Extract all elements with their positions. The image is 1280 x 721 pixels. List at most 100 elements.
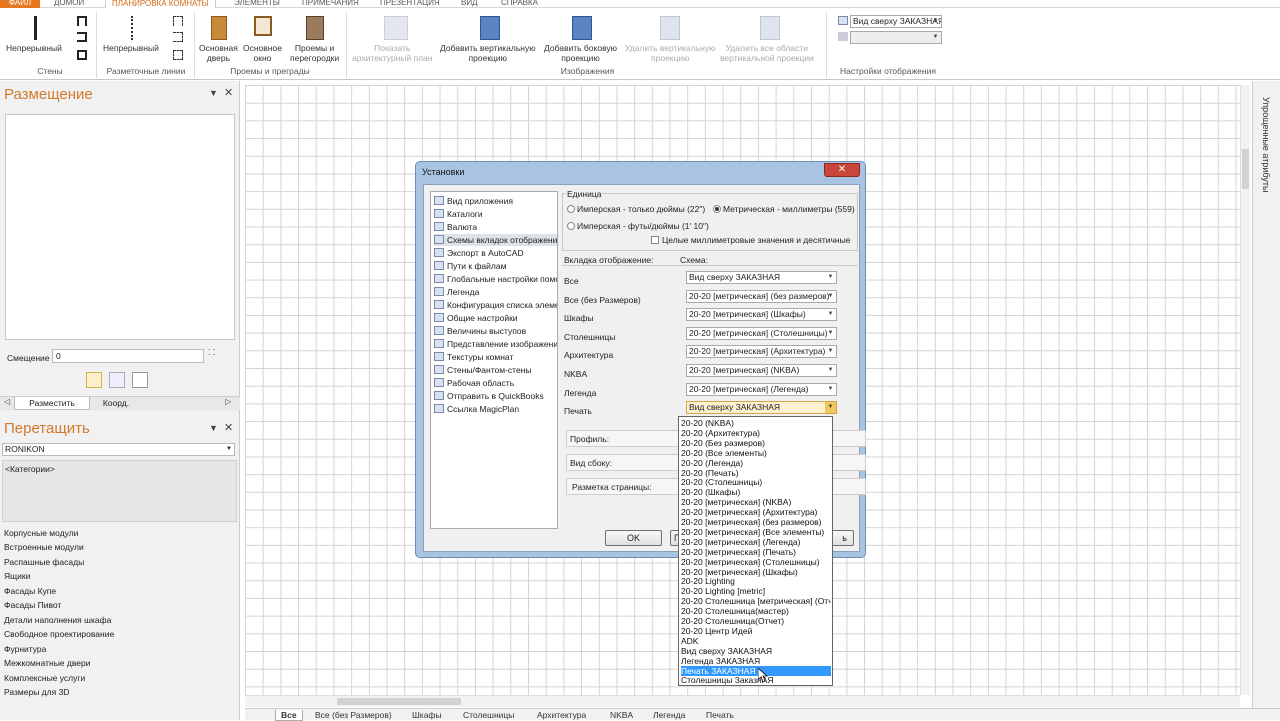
row-print-combo[interactable]: Вид сверху ЗАКАЗНАЯ ▼ [686, 401, 837, 414]
list-item[interactable]: Фурнитура [4, 644, 46, 654]
list-item[interactable]: Фасады Купе [4, 586, 56, 596]
tab-view[interactable]: ВИД [455, 0, 484, 8]
dropdown-option[interactable]: 20-20 (Легенда) [681, 458, 831, 468]
dropdown-option[interactable]: 20-20 Lighting [681, 576, 831, 586]
dropdown-option[interactable]: Легенда ЗАКАЗНАЯ [681, 656, 831, 666]
view-scheme-combo[interactable]: Вид сверху ЗАКАЗНАЯ ▼ [850, 15, 942, 28]
chevron-left-icon[interactable]: ◁ [4, 397, 10, 406]
nav-item[interactable]: Представление изображений [434, 338, 557, 350]
nav-item[interactable]: Ссылка MagicPlan [434, 403, 519, 415]
nav-item[interactable]: Стены/Фантом-стены [434, 364, 532, 376]
dropdown-option[interactable]: 20-20 [метрическая] (Легенда) [681, 537, 831, 547]
wall-shape-bracket-icon[interactable] [77, 32, 87, 42]
list-item[interactable]: Комплексные услуги [4, 673, 85, 683]
simplified-attributes-tab[interactable]: Упрощенные атрибуты [1261, 97, 1271, 192]
list-item[interactable]: Распашные фасады [4, 557, 84, 567]
nav-item[interactable]: Легенда [434, 286, 479, 298]
list-item[interactable]: Межкомнатные двери [4, 658, 90, 668]
close-icon[interactable]: ✕ [224, 86, 233, 99]
dropdown-option[interactable]: 20-20 (Печать) [681, 468, 831, 478]
row-nkba-combo[interactable]: 20-20 [метрическая] (NKBA) ▼ [686, 364, 837, 377]
markup-shape-bracket-icon[interactable] [173, 32, 183, 42]
whole-mm-checkbox[interactable]: Целые миллиметровые значения и десятичны… [651, 235, 850, 245]
markup-shape-box-icon[interactable] [173, 50, 183, 60]
tab-legend[interactable]: Легенда [653, 710, 685, 721]
dropdown-option[interactable]: 20-20 (Столешницы) [681, 477, 831, 487]
walls-continuous-button[interactable]: Непрерывный [6, 43, 62, 53]
tab-all[interactable]: Все [275, 710, 303, 721]
row-all-combo[interactable]: Вид сверху ЗАКАЗНАЯ ▼ [686, 271, 837, 284]
show-arch-plan-button[interactable]: Показать архитектурный план [352, 43, 432, 63]
nav-item[interactable]: Отправить в QuickBooks [434, 390, 544, 402]
list-item[interactable]: Встроенные модули [4, 542, 84, 552]
tab-cabinets[interactable]: Шкафы [412, 710, 442, 721]
tab-nkba[interactable]: NKBA [610, 710, 633, 721]
dropdown-option[interactable]: 20-20 [метрическая] (Архитектура) [681, 507, 831, 517]
dropdown-option[interactable]: 20-20 (NKBA) [681, 418, 831, 428]
tab-coord[interactable]: Коорд. [94, 397, 138, 410]
add-side-projection-button[interactable]: Добавить боковую проекцию [544, 43, 617, 63]
horizontal-scroll-thumb[interactable] [337, 698, 461, 705]
dropdown-option[interactable]: 20-20 [метрическая] (Шкафы) [681, 567, 831, 577]
tab-print[interactable]: Печать [706, 710, 734, 721]
row-legend-combo[interactable]: 20-20 [метрическая] (Легенда) ▼ [686, 383, 837, 396]
nav-item[interactable]: Рабочая область [434, 377, 514, 389]
place-copy-icon[interactable] [132, 372, 148, 388]
row-all-no-dims-combo[interactable]: 20-20 [метрическая] (без размеров) ▼ [686, 290, 837, 303]
nav-item[interactable]: Вид приложения [434, 195, 513, 207]
radio-imperial-inches[interactable]: Имперская - только дюймы (22") [567, 204, 705, 214]
wall-shape-u-icon[interactable] [77, 16, 87, 26]
dropdown-option[interactable]: 20-20 (Без размеров) [681, 438, 831, 448]
row-cabinets-combo[interactable]: 20-20 [метрическая] (Шкафы) ▼ [686, 308, 837, 321]
dropdown-option[interactable]: 20-20 [метрическая] (без размеров) [681, 517, 831, 527]
dropdown-option[interactable]: Столешницы ЗаказнАЯ [681, 675, 831, 685]
add-vertical-projection-button[interactable]: Добавить вертикальную проекцию [440, 43, 536, 63]
main-window-button[interactable]: Основное окно [243, 43, 282, 63]
tab-place[interactable]: Разместить [14, 397, 90, 410]
tab-architecture[interactable]: Архитектура [537, 710, 586, 721]
panel-menu-icon[interactable]: ▼ [209, 88, 218, 98]
delete-all-projections-button[interactable]: Удалить все области вертикальной проекции [720, 43, 814, 63]
horizontal-scrollbar[interactable] [245, 695, 1240, 707]
dropdown-option[interactable]: 20-20 (Все элементы) [681, 448, 831, 458]
color-scheme-combo[interactable]: ▼ [850, 31, 942, 44]
dropdown-option[interactable]: 20-20 [метрическая] (Печать) [681, 547, 831, 557]
dropdown-option[interactable]: 20-20 [метрическая] (NKBA) [681, 497, 831, 507]
list-item[interactable]: Размеры для 3D [4, 687, 69, 697]
nav-item-selected[interactable]: Схемы вкладок отображения [434, 234, 557, 246]
dropdown-option[interactable]: 20-20 Столешница [метрическая] (Отчет) [681, 596, 831, 606]
close-icon[interactable]: ✕ [224, 421, 233, 434]
list-item[interactable]: Корпусные модули [4, 528, 78, 538]
main-door-button[interactable]: Основная дверь [199, 43, 238, 63]
panel-menu-icon[interactable]: ▼ [209, 423, 218, 433]
nav-item[interactable]: Глобальные настройки помощника [434, 273, 557, 285]
offset-stepper[interactable]: ⁚ ⁚ [208, 348, 215, 357]
dropdown-option[interactable]: Печать ЗАКАЗНАЯ [681, 665, 831, 676]
openings-button[interactable]: Проемы и перегородки [290, 43, 339, 63]
tab-all-no-dims[interactable]: Все (без Размеров) [315, 710, 392, 721]
list-item[interactable]: Свободное проектирование [4, 629, 114, 639]
nav-item[interactable]: Общие настройки [434, 312, 518, 324]
nav-item[interactable]: Каталоги [434, 208, 483, 220]
dropdown-option[interactable]: 20-20 Центр Идей [681, 626, 831, 636]
dropdown-option[interactable]: 20-20 (Архитектура) [681, 428, 831, 438]
tab-help[interactable]: СПРАВКА [495, 0, 544, 8]
nav-item[interactable]: Текстуры комнат [434, 351, 513, 363]
nav-item[interactable]: Валюта [434, 221, 477, 233]
chevron-right-icon[interactable]: ▷ [225, 397, 231, 406]
tab-notes[interactable]: ПРИМЕЧАНИЯ [296, 0, 365, 8]
radio-imperial-feet[interactable]: Имперская - футы/дюймы (1' 10") [567, 221, 709, 231]
tab-elements[interactable]: ЭЛЕМЕНТЫ [228, 0, 286, 8]
tab-file[interactable]: ФАЙЛ [0, 0, 40, 8]
tab-countertops[interactable]: Столешницы [463, 710, 514, 721]
list-item[interactable]: Ящики [4, 571, 30, 581]
vertical-scrollbar[interactable] [1240, 85, 1250, 695]
list-item[interactable]: Детали наполнения шкафа [4, 615, 111, 625]
close-button[interactable]: ✕ [824, 163, 860, 177]
delete-vertical-projection-button[interactable]: Удалить вертикальную проекцию [625, 43, 715, 63]
offset-input[interactable]: 0 [52, 349, 204, 363]
dropdown-option[interactable]: 20-20 Столешница(Отчет) [681, 616, 831, 626]
tab-presentation[interactable]: ПРЕЗЕНТАЦИЯ [374, 0, 446, 8]
nav-item[interactable]: Пути к файлам [434, 260, 506, 272]
dropdown-option[interactable]: Вид сверху ЗАКАЗНАЯ [681, 646, 831, 656]
